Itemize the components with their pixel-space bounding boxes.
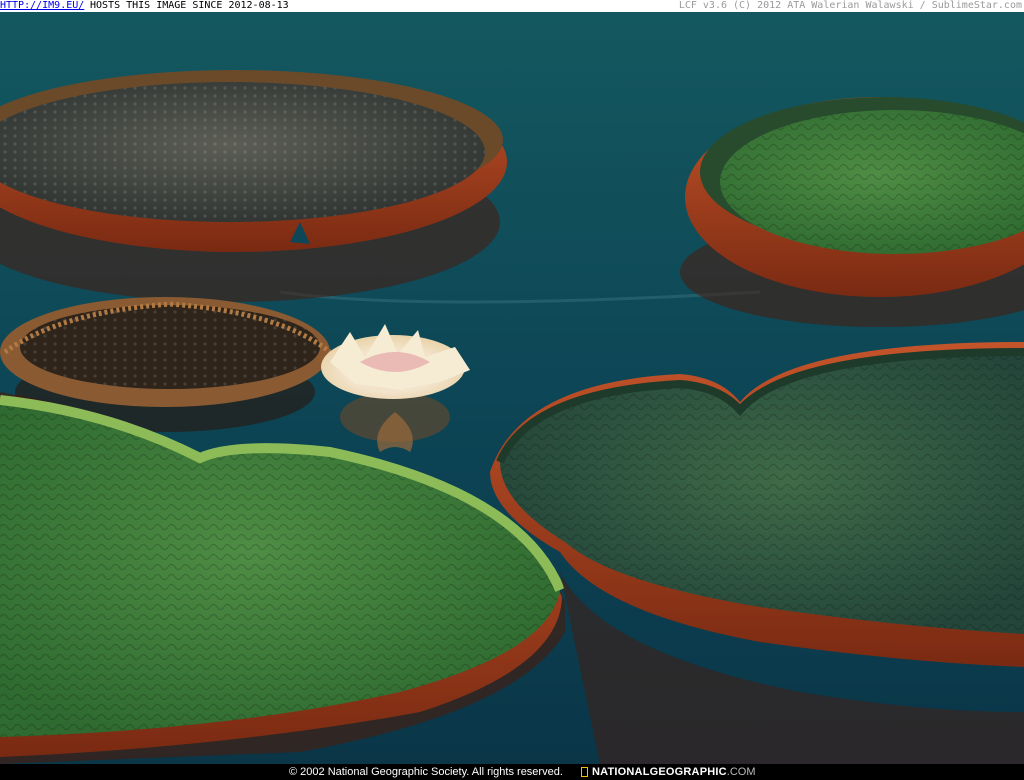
watermark-banner: HTTP://IM9.EU/ HOSTS THIS IMAGE SINCE 20… xyxy=(0,0,1024,12)
footer-bar: © 2002 National Geographic Society. All … xyxy=(0,764,1024,780)
lily-pads-photo xyxy=(0,12,1024,764)
natgeo-yellow-border-icon xyxy=(581,767,588,777)
brand-domain: .COM xyxy=(726,766,756,778)
hosts-text: HOSTS THIS IMAGE SINCE 2012-08-13 xyxy=(90,0,289,11)
credit-text: LCF v3.6 (C) 2012 ATA Walerian Walawski … xyxy=(678,0,1022,11)
copyright-text: © 2002 National Geographic Society. All … xyxy=(289,766,563,778)
brand-name: NATIONALGEOGRAPHIC xyxy=(592,766,727,778)
natgeo-brand: NATIONALGEOGRAPHIC .COM xyxy=(581,764,756,780)
lily-pad-top-right xyxy=(680,97,1024,327)
im9-link[interactable]: HTTP://IM9.EU/ xyxy=(0,0,84,12)
lily-pad-top-left xyxy=(0,70,507,302)
